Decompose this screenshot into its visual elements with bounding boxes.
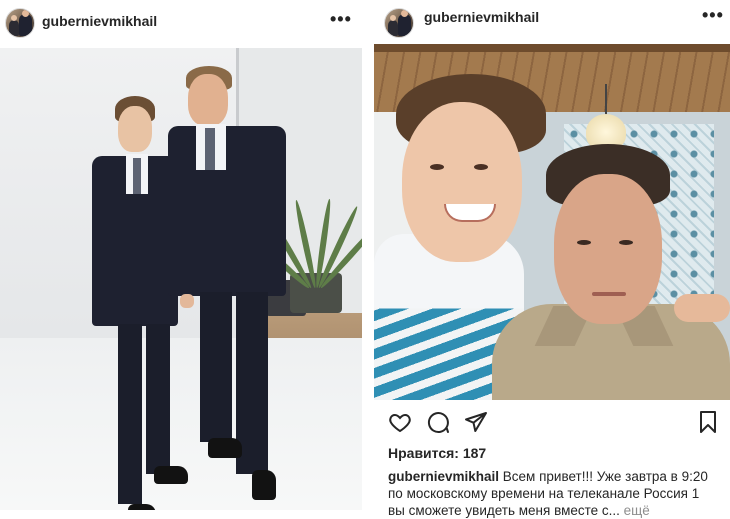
likes-count[interactable]: Нравится: 187 — [388, 445, 486, 461]
post-photo[interactable] — [0, 48, 362, 510]
username-link[interactable]: gubernievmikhail — [424, 9, 539, 25]
more-options-icon[interactable]: ••• — [330, 9, 352, 29]
comment-icon[interactable] — [426, 410, 450, 434]
share-icon[interactable] — [464, 410, 488, 434]
post-right: gubernievmikhail ••• Нравится: 187 guber… — [374, 0, 730, 518]
caption-text-line2: по московскому времени на телеканале Рос… — [388, 486, 700, 501]
caption-text-line1: Всем привет!!! Уже завтра в 9:20 — [499, 469, 708, 484]
caption-text-line3: вы сможете увидеть меня вместе с... — [388, 503, 620, 518]
username-link[interactable]: gubernievmikhail — [42, 13, 157, 29]
post-header: gubernievmikhail ••• — [374, 0, 730, 44]
more-options-icon[interactable]: ••• — [702, 5, 724, 25]
caption-more-link[interactable]: ещё — [620, 503, 650, 518]
user-avatar-icon[interactable] — [5, 8, 35, 38]
post-caption: gubernievmikhail Всем привет!!! Уже завт… — [388, 468, 724, 519]
caption-username[interactable]: gubernievmikhail — [388, 469, 499, 484]
heart-icon[interactable] — [388, 410, 412, 434]
bookmark-icon[interactable] — [696, 410, 720, 434]
post-header: gubernievmikhail ••• — [0, 0, 362, 44]
user-avatar-icon[interactable] — [384, 8, 414, 38]
post-photo[interactable] — [374, 44, 730, 400]
action-bar — [374, 404, 730, 440]
post-left: gubernievmikhail ••• — [0, 0, 362, 510]
